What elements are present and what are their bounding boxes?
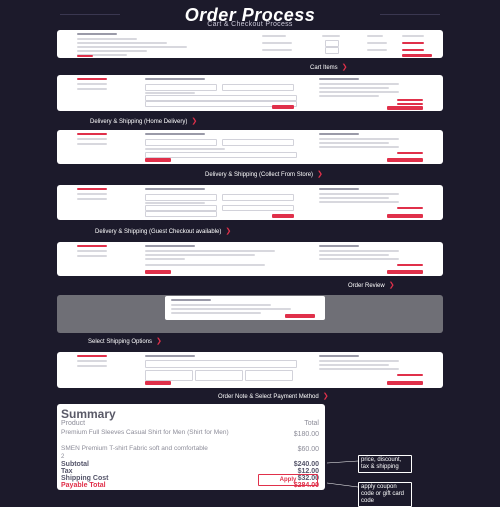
apply-button[interactable]: Apply: [258, 474, 318, 486]
summary-item-total: $60.00: [297, 446, 319, 453]
summary-payable-label: Payable Total: [61, 482, 106, 489]
step-label-payment-method: Order Note & Select Payment Method ❯: [218, 393, 329, 400]
summary-item-total: $180.00: [293, 431, 319, 438]
page-subtitle: Cart & Checkout Process: [207, 21, 293, 28]
summary-item-name: SMEN Premium T-shirt Fabric soft and com…: [61, 445, 208, 452]
payment-method-screenshot: [57, 352, 443, 388]
summary-heading: Summary: [61, 407, 116, 421]
shipping-options-screenshot: [57, 295, 443, 333]
step-label-shipping-options: Select Shipping Options ❯: [88, 338, 162, 345]
order-review-screenshot: [57, 242, 443, 276]
summary-item-qty: 2: [61, 454, 65, 460]
summary-col-product: Product: [61, 420, 86, 427]
summary-shipping-label: Shipping Cost: [61, 475, 109, 482]
shipping-options-modal: [165, 296, 325, 320]
callout-price-breakdown: price, discount, tax & shipping: [358, 455, 412, 473]
step-label-cart-items: Cart Items ❯: [310, 64, 348, 71]
guest-checkout-screenshot: [57, 185, 443, 220]
callout-coupon-code: apply coupon code or gift card code: [358, 482, 412, 507]
step-label-order-review: Order Review ❯: [348, 282, 395, 289]
step-label-collect-store: Delivery & Shipping (Collect From Store)…: [205, 171, 323, 178]
step-label-home-delivery: Delivery & Shipping (Home Delivery) ❯: [90, 118, 198, 125]
summary-item-name: Premium Full Sleeves Casual Shirt for Me…: [61, 429, 229, 436]
cart-items-screenshot: [57, 30, 443, 58]
collect-store-screenshot: [57, 130, 443, 164]
summary-subtotal-value: $240.00: [293, 461, 319, 468]
home-delivery-screenshot: [57, 75, 443, 111]
summary-tax-label: Tax: [61, 468, 73, 475]
summary-subtotal-label: Subtotal: [61, 461, 89, 468]
step-label-guest-checkout: Delivery & Shipping (Guest Checkout avai…: [95, 228, 232, 235]
summary-col-total: Total: [304, 420, 319, 427]
callout-connectors: [326, 460, 359, 488]
